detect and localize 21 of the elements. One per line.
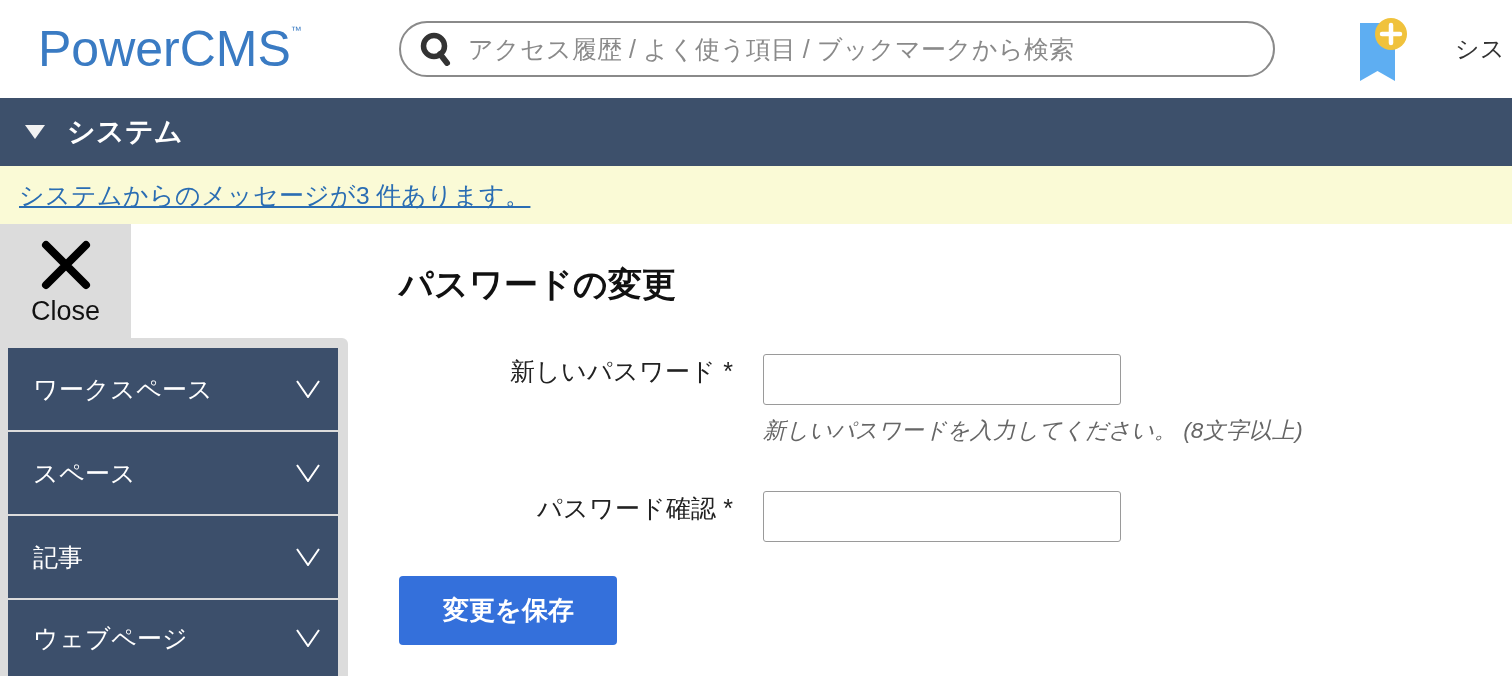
sidebar-menu-item[interactable]: スペース [8, 432, 338, 514]
sidebar-menu-item[interactable]: ウェブページ [8, 600, 338, 676]
close-icon [40, 240, 91, 290]
section-title: システム [67, 115, 183, 149]
search-icon [420, 32, 452, 66]
password-field[interactable] [763, 491, 1121, 542]
top-nav-link[interactable]: シス [1455, 33, 1505, 65]
bookmark-add-icon[interactable] [1358, 17, 1408, 81]
logo[interactable]: PowerCMS$^{™}$ [38, 21, 302, 77]
field-hint: 新しいパスワードを入力してください。 (8文字以上) [763, 418, 1303, 444]
search-field[interactable]: アクセス履歴 / よく使う項目 / ブックマークから検索 [399, 21, 1275, 77]
sidebar-menu-item[interactable]: ワークスペース [8, 348, 338, 430]
messages-link[interactable]: システムからのメッセージが3 件あります。 [19, 178, 531, 212]
field-label: 新しいパスワード * [510, 356, 733, 386]
section-header[interactable]: システム [0, 98, 1512, 166]
password-field[interactable] [763, 354, 1121, 405]
close-button[interactable]: Close [0, 224, 131, 338]
save-button[interactable]: 変更を保存 [399, 576, 617, 645]
field-label: パスワード確認 * [537, 493, 733, 523]
page-title: パスワードの変更 [399, 264, 676, 304]
sidebar-menu-item[interactable]: 記事 [8, 516, 338, 598]
